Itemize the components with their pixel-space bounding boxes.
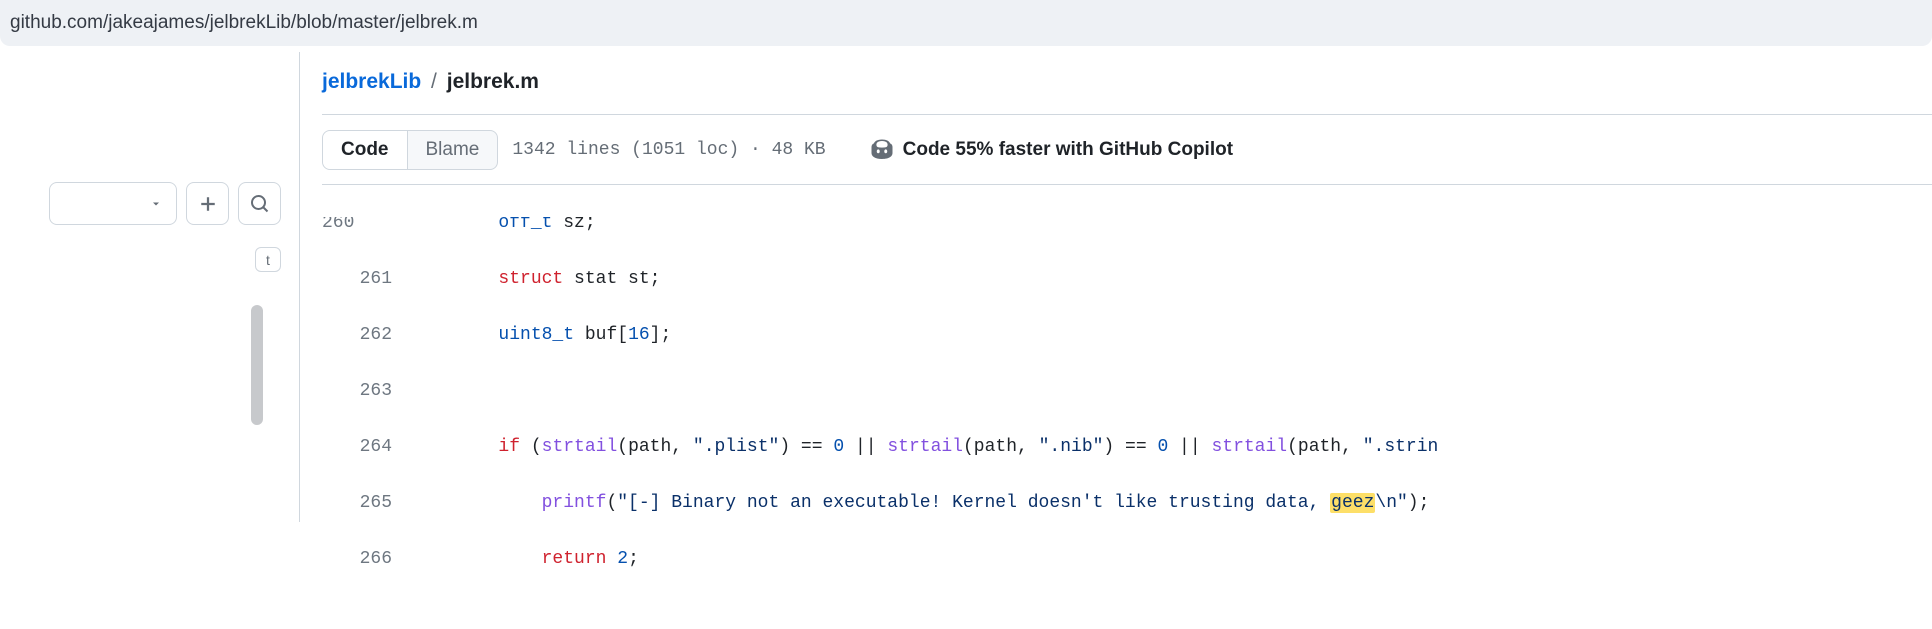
- code-line: printf("[-] Binary not an executable! Ke…: [412, 489, 1932, 517]
- copilot-percent: 55%: [955, 139, 993, 160]
- branch-dropdown[interactable]: [49, 182, 177, 225]
- code-lines[interactable]: off_t sz; struct stat st; uint8_t buf[16…: [412, 189, 1932, 629]
- file-info: 1342 lines (1051 loc) · 48 KB: [512, 140, 825, 160]
- copilot-promo[interactable]: Code 55% faster with GitHub Copilot: [870, 138, 1233, 162]
- code-line: off_t sz;: [412, 217, 1932, 237]
- copilot-icon: [870, 138, 894, 162]
- breadcrumb-separator: /: [427, 70, 441, 93]
- code-line: struct stat st;: [412, 265, 1932, 293]
- url-text: github.com/jakeajames/jelbrekLib/blob/ma…: [10, 12, 478, 33]
- plus-icon: [199, 195, 217, 213]
- breadcrumb-file: jelbrek.m: [447, 70, 539, 93]
- keyboard-shortcut-badge: t: [255, 247, 281, 272]
- search-highlight: geez: [1330, 493, 1375, 513]
- code-line: return 2;: [412, 545, 1932, 573]
- breadcrumb-repo-link[interactable]: jelbrekLib: [322, 70, 421, 93]
- scrollbar-thumb[interactable]: [251, 305, 263, 425]
- breadcrumb: jelbrekLib / jelbrek.m: [322, 70, 1932, 94]
- line-number-gutter: 260 261 262 263 264 265 266: [322, 189, 412, 629]
- code-line: uint8_t buf[16];: [412, 321, 1932, 349]
- search-icon: [250, 194, 270, 214]
- tab-code[interactable]: Code: [323, 131, 408, 169]
- search-button[interactable]: [238, 182, 281, 225]
- view-segmented-control: Code Blame: [322, 130, 498, 170]
- caret-down-icon: [150, 198, 162, 210]
- add-file-button[interactable]: [186, 182, 229, 225]
- code-area: 260 261 262 263 264 265 266 off_t sz; st…: [322, 185, 1932, 629]
- file-view: jelbrekLib / jelbrek.m Code Blame 1342 l…: [300, 52, 1932, 629]
- file-header: Code Blame 1342 lines (1051 loc) · 48 KB…: [322, 114, 1932, 185]
- tab-blame[interactable]: Blame: [408, 131, 498, 169]
- code-line: if (strtail(path, ".plist") == 0 || strt…: [412, 433, 1932, 461]
- code-line: [412, 377, 1932, 405]
- url-bar[interactable]: github.com/jakeajames/jelbrekLib/blob/ma…: [0, 0, 1932, 46]
- copilot-text-suffix: faster with GitHub Copilot: [993, 139, 1233, 160]
- left-sidebar: t: [0, 52, 300, 522]
- copilot-text-prefix: Code: [903, 139, 956, 160]
